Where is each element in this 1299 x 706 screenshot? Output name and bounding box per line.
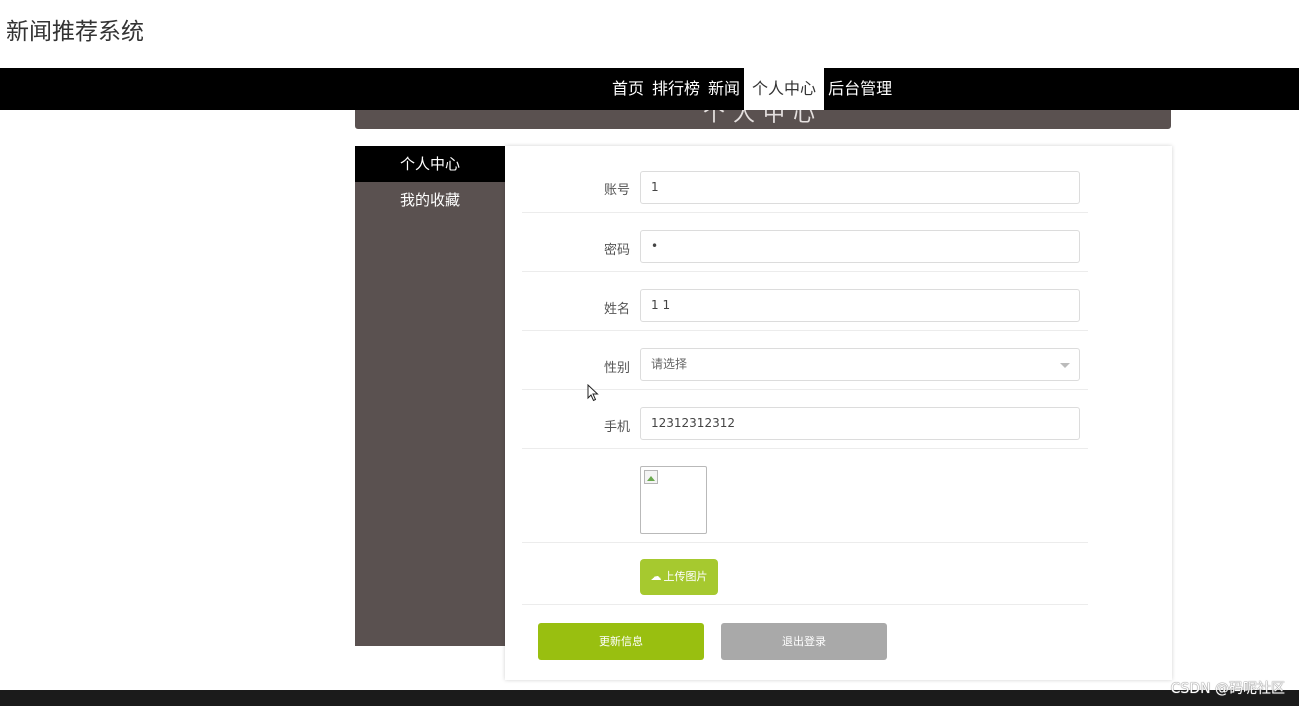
mouse-cursor-icon [587, 384, 599, 402]
phone-input[interactable]: 12312312312 [640, 407, 1080, 440]
watermark-text: CSDN @码呢社区 [1170, 681, 1285, 697]
account-row: 账号 1 [522, 162, 1088, 213]
page-footer [0, 690, 1299, 706]
section-header-title: 个人中心 [702, 110, 823, 127]
sidebar: 个人中心 我的收藏 [355, 146, 505, 646]
account-input[interactable]: 1 [640, 171, 1080, 204]
nav-item-admin[interactable]: 后台管理 [824, 68, 896, 110]
nav-item-ranking[interactable]: 排行榜 [648, 68, 704, 110]
avatar-row [522, 449, 1088, 543]
cloud-upload-icon: ☁ [650, 570, 662, 583]
name-label: 姓名 [603, 302, 630, 317]
phone-label: 手机 [603, 420, 630, 435]
name-input[interactable]: 1 1 [640, 289, 1080, 322]
site-title: 新闻推荐系统 [6, 19, 144, 45]
section-header-bar: 个人中心 [355, 110, 1171, 129]
sidebar-item-favorites[interactable]: 我的收藏 [355, 182, 505, 218]
gender-row: 性别 请选择 [522, 331, 1088, 390]
nav-menu: 首页 排行榜 新闻 个人中心 后台管理 [608, 68, 896, 110]
sidebar-item-personal-center[interactable]: 个人中心 [355, 146, 505, 182]
chevron-down-icon [1060, 363, 1070, 368]
nav-item-personal-center[interactable]: 个人中心 [744, 68, 825, 110]
password-label: 密码 [603, 243, 630, 258]
logout-button[interactable]: 退出登录 [721, 623, 887, 660]
account-label: 账号 [603, 183, 630, 198]
name-row: 姓名 1 1 [522, 272, 1088, 331]
gender-label: 性别 [603, 361, 630, 376]
upload-image-button[interactable]: ☁ 上传图片 [640, 559, 718, 595]
password-row: 密码 • [522, 213, 1088, 272]
password-input[interactable]: • [640, 230, 1080, 263]
gender-select-value: 请选择 [651, 357, 688, 371]
gender-select[interactable]: 请选择 [640, 348, 1080, 381]
nav-item-news[interactable]: 新闻 [704, 68, 744, 110]
broken-image-icon [644, 470, 658, 484]
avatar-image [640, 466, 707, 534]
nav-item-home[interactable]: 首页 [608, 68, 648, 110]
upload-image-label: 上传图片 [663, 570, 708, 583]
update-info-button[interactable]: 更新信息 [538, 623, 704, 660]
top-nav-bar: 首页 排行榜 新闻 个人中心 后台管理 [0, 68, 1299, 110]
phone-row: 手机 12312312312 [522, 390, 1088, 449]
profile-form-panel: 账号 1 密码 • 姓名 1 1 性别 请选择 手机 12312312312 ☁… [505, 146, 1172, 680]
upload-row: ☁ 上传图片 [522, 543, 1088, 605]
